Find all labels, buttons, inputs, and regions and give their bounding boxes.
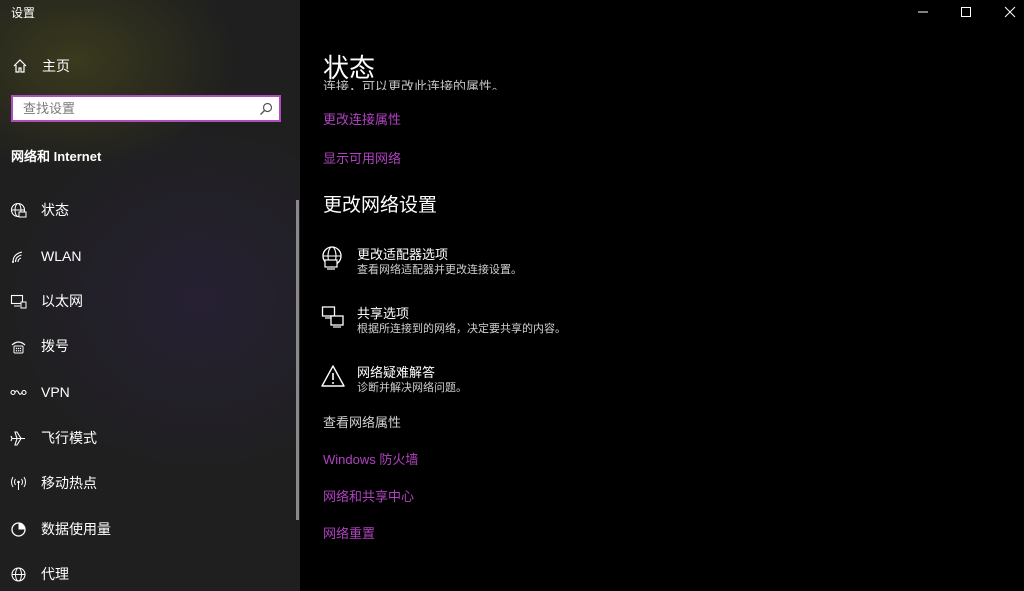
globe-icon	[10, 566, 27, 583]
maximize-icon	[961, 7, 971, 17]
network-sharing-center-link[interactable]: 网络和共享中心	[323, 486, 414, 505]
section-heading: 更改网络设置	[323, 195, 438, 216]
airplane-icon	[10, 430, 27, 447]
main-content: 状态 连接，可以更改此连接的属性。 更改连接属性 显示可用网络 更改网络设置 更…	[300, 0, 1024, 591]
maximize-button[interactable]	[946, 0, 986, 24]
sidebar-item-ethernet[interactable]: 以太网	[10, 290, 83, 312]
sidebar-item-status[interactable]: 状态	[10, 199, 69, 221]
clipped-text: 连接，可以更改此连接的属性。	[323, 70, 523, 90]
sidebar-scrollbar[interactable]	[296, 200, 299, 520]
minimize-icon	[918, 11, 928, 13]
ethernet-icon	[10, 293, 27, 310]
home-label: 主页	[42, 58, 70, 74]
close-icon	[1004, 6, 1016, 18]
sidebar-item-label: VPN	[41, 384, 70, 400]
minimize-button[interactable]	[903, 0, 943, 24]
view-network-properties-link[interactable]: 查看网络属性	[323, 412, 401, 431]
sidebar-item-data-usage[interactable]: 数据使用量	[10, 518, 111, 540]
sidebar-item-label: 状态	[41, 202, 69, 218]
close-button[interactable]	[990, 0, 1024, 24]
sidebar-item-label: 拨号	[41, 338, 69, 354]
sidebar-item-label: 以太网	[41, 293, 83, 309]
clipped-text-content: 连接，可以更改此连接的属性。	[323, 79, 506, 90]
sidebar: 设置 主页 网络和 Internet 状态 WLAN 以太网	[0, 0, 300, 591]
option-desc: 查看网络适配器并更改连接设置。	[357, 264, 522, 276]
option-desc: 诊断并解决网络问题。	[357, 382, 467, 394]
network-reset-link[interactable]: 网络重置	[323, 523, 375, 542]
sidebar-item-proxy[interactable]: 代理	[10, 563, 69, 585]
section-title: 网络和 Internet	[11, 149, 102, 164]
search-icon[interactable]	[259, 102, 273, 116]
sidebar-item-label: 飞行模式	[41, 430, 97, 446]
app-title: 设置	[11, 6, 36, 20]
windows-firewall-link[interactable]: Windows 防火墙	[323, 449, 418, 468]
vpn-icon	[10, 384, 27, 401]
dialup-icon	[10, 338, 27, 355]
show-available-networks-link[interactable]: 显示可用网络	[323, 148, 401, 167]
home-icon	[13, 59, 27, 73]
change-connection-properties-link[interactable]: 更改连接属性	[323, 109, 401, 128]
data-usage-icon	[10, 521, 27, 538]
home-nav-item[interactable]: 主页	[12, 56, 70, 76]
search-input[interactable]	[23, 97, 258, 120]
wifi-icon	[10, 248, 27, 265]
sidebar-item-dialup[interactable]: 拨号	[10, 335, 69, 357]
sidebar-item-airplane[interactable]: 飞行模式	[10, 427, 97, 449]
adapter-icon	[322, 246, 342, 270]
sidebar-item-hotspot[interactable]: 移动热点	[10, 472, 97, 494]
sidebar-item-label: 数据使用量	[41, 521, 111, 537]
sharing-icon	[321, 306, 344, 328]
sidebar-item-vpn[interactable]: VPN	[10, 381, 70, 403]
search-box[interactable]	[11, 95, 281, 122]
hotspot-icon	[10, 475, 27, 492]
sidebar-item-wlan[interactable]: WLAN	[10, 245, 81, 267]
sidebar-item-label: 移动热点	[41, 475, 97, 491]
sidebar-item-label: 代理	[41, 566, 69, 582]
option-desc: 根据所连接到的网络，决定要共享的内容。	[357, 323, 566, 335]
globe-status-icon	[10, 202, 27, 219]
sidebar-item-label: WLAN	[41, 248, 82, 264]
warning-icon	[321, 365, 345, 387]
